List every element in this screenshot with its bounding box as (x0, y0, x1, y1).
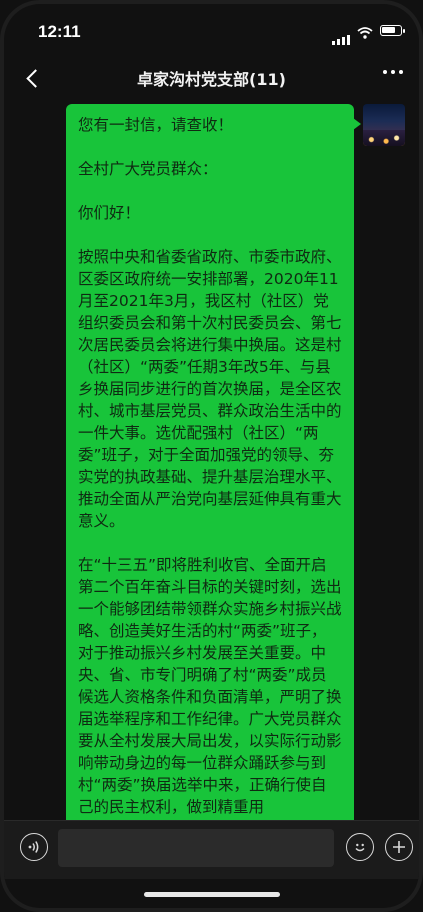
signal-icon (332, 26, 352, 45)
input-bar (4, 820, 419, 879)
wifi-icon (357, 24, 373, 43)
battery-icon (380, 25, 405, 36)
status-bar: 12:11 (4, 4, 419, 52)
avatar[interactable] (363, 104, 405, 146)
voice-icon[interactable] (20, 833, 48, 861)
battery-level (382, 27, 395, 33)
chat-header: 卓家沟村党支部(11) (4, 56, 419, 100)
chat-title: 卓家沟村党支部(11) (137, 70, 286, 89)
phone-screen: 12:11 卓家沟村党支部(11) 您有一封信，请查收！ 全村广大党员群众： 你… (4, 4, 419, 908)
emoji-icon[interactable] (346, 833, 374, 861)
message-paragraph: 在“十三五”即将胜利收官、全面开启第二个百年奋斗目标的关键时刻，选出一个能够团结… (78, 556, 342, 816)
message-paragraph: 你们好！ (78, 204, 141, 222)
more-dots-icon[interactable] (383, 70, 403, 74)
message-paragraph: 按照中央和省委省政府、市委市政府、区委区政府统一安排部署，2020年11月至20… (78, 248, 342, 530)
home-indicator[interactable] (144, 892, 280, 897)
message-input[interactable] (58, 829, 334, 867)
back-icon[interactable] (18, 64, 46, 92)
message-paragraph: 您有一封信，请查收！ (78, 116, 234, 134)
message-list[interactable]: 您有一封信，请查收！ 全村广大党员群众： 你们好！ 按照中央和省委省政府、市委市… (4, 100, 419, 820)
message-bubble[interactable]: 您有一封信，请查收！ 全村广大党员群众： 你们好！ 按照中央和省委省政府、市委市… (66, 104, 361, 820)
message-paragraph: 全村广大党员群众： (78, 160, 218, 178)
plus-icon[interactable] (385, 833, 413, 861)
status-time: 12:11 (38, 22, 81, 41)
